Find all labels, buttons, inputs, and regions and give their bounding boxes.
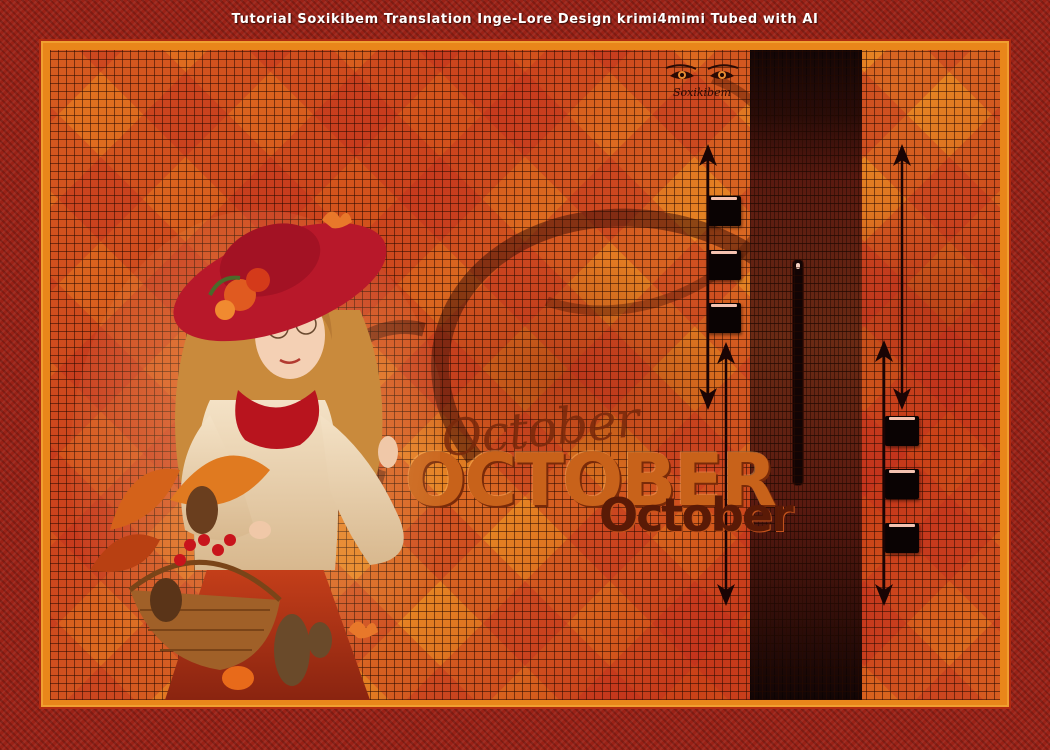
artwork-canvas: Tutorial Soxikibem Translation Inge-Lore… bbox=[0, 0, 1050, 750]
double-arrow-icon bbox=[875, 340, 893, 606]
signature-text: Soxikibem bbox=[672, 86, 732, 99]
autumn-woman-illustration bbox=[70, 210, 440, 700]
title-secondary: October bbox=[599, 488, 794, 542]
artwork-panel: Soxikibem October OCTOBER October bbox=[50, 50, 1000, 700]
october-title: October OCTOBER October bbox=[405, 390, 794, 600]
credit-title: Tutorial Soxikibem Translation Inge-Lore… bbox=[231, 12, 819, 27]
signature-logo: Soxikibem bbox=[662, 64, 742, 104]
